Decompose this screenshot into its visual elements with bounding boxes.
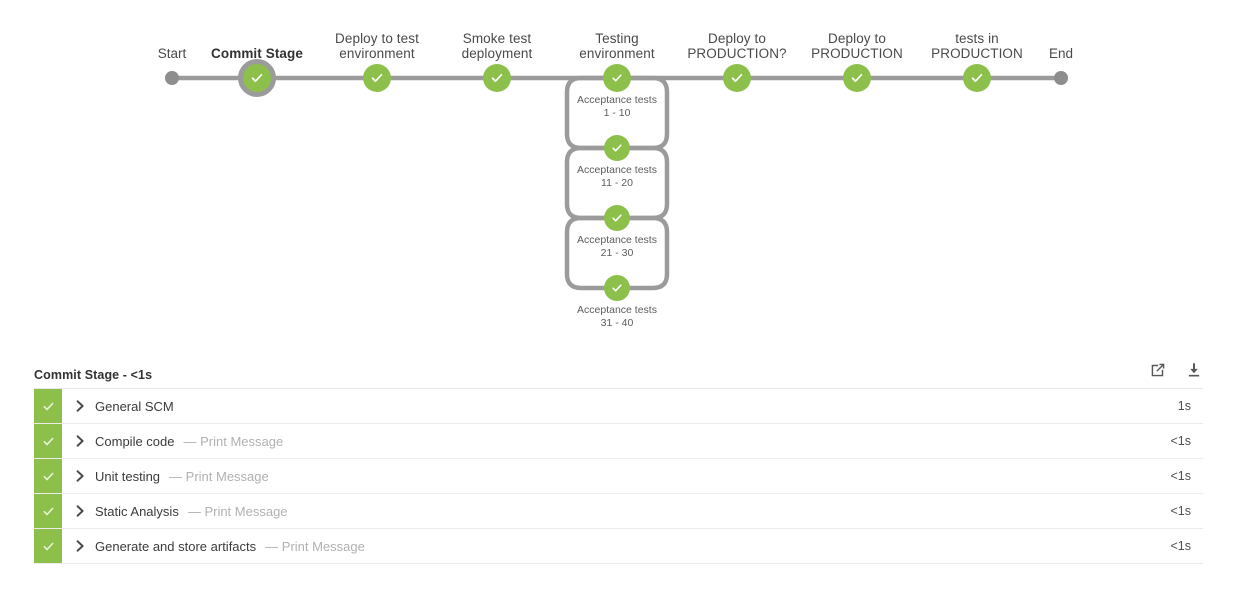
step-duration: <1s [1170,539,1191,553]
step-duration: <1s [1170,434,1191,448]
branch-node-1[interactable] [604,135,630,161]
stage-node-1[interactable] [363,64,391,92]
step-note: — Print Message [183,433,284,449]
check-icon [41,434,56,449]
check-icon [249,70,265,86]
table-row[interactable]: Compile code — Print Message <1s [34,424,1203,459]
step-note: — Print Message [265,538,365,554]
step-name: Unit testing [95,468,161,484]
steps-table: General SCM 1s Compile code — Print Message… [34,388,1203,564]
branch-label-2: Acceptance tests 21 - 30 [577,234,657,259]
status-badge [34,529,62,563]
branch-label-3: Acceptance tests 31 - 40 [577,304,657,329]
branch-node-3[interactable] [604,275,630,301]
step-main: Compile code — Print Message [62,424,1170,458]
pipeline-graph: Start End Commit Stage Deploy to test enviro… [0,0,1237,350]
check-icon [610,281,624,295]
step-name: Generate and store artifacts [95,538,257,554]
step-name: General SCM [95,398,174,414]
status-badge [34,494,62,528]
table-row[interactable]: Unit testing — Print Message <1s [34,459,1203,494]
check-icon [969,70,985,86]
step-main: Static Analysis — Print Message [62,494,1170,528]
stage-detail-panel: Commit Stage - <1s General SCM 1s Compile … [0,350,1237,564]
table-row[interactable]: Generate and store artifacts — Print Mess… [34,529,1203,564]
step-note: — Print Message [169,468,269,484]
step-duration: 1s [1177,399,1191,413]
table-row[interactable]: Static Analysis — Print Message <1s [34,494,1203,529]
chevron-right-icon[interactable] [76,540,85,552]
stage-node-6[interactable] [963,64,991,92]
step-main: Unit testing — Print Message [62,459,1170,493]
check-icon [729,70,745,86]
chevron-right-icon[interactable] [76,470,85,482]
check-icon [41,399,56,414]
page-title: Commit Stage - <1s [34,368,153,382]
check-icon [369,70,385,86]
stage-node-4[interactable] [723,64,751,92]
branch-node-0[interactable] [604,65,630,91]
status-badge [34,389,62,423]
step-note: — Print Message [187,503,288,519]
check-icon [610,211,624,225]
check-icon [41,469,56,484]
check-icon [41,504,56,519]
branch-node-2[interactable] [604,205,630,231]
status-badge [34,424,62,458]
step-duration: <1s [1170,504,1191,518]
open-in-new-icon[interactable] [1149,361,1167,379]
step-name: Static Analysis [95,503,179,519]
step-duration: <1s [1170,469,1191,483]
step-main: Generate and store artifacts — Print Mess… [62,529,1170,563]
branch-label-0: Acceptance tests 1 - 10 [577,94,657,119]
check-icon [489,70,505,86]
stage-node-0[interactable] [238,59,276,97]
table-row[interactable]: General SCM 1s [34,389,1203,424]
chevron-right-icon[interactable] [76,400,85,412]
stage-node-5[interactable] [843,64,871,92]
stage-detail-header: Commit Stage - <1s [34,350,1203,388]
check-icon [610,141,624,155]
status-badge [34,459,62,493]
pipeline-run-page: Start End Commit Stage Deploy to test enviro… [0,0,1237,604]
download-icon[interactable] [1185,361,1203,379]
stage-detail-actions [1149,361,1203,379]
chevron-right-icon[interactable] [76,505,85,517]
step-name: Compile code [95,433,175,449]
chevron-right-icon[interactable] [76,435,85,447]
stage-node-2[interactable] [483,64,511,92]
stage-label-6: tests in PRODUCTION [931,31,1023,61]
step-main: General SCM [62,389,1178,423]
check-icon [610,71,624,85]
check-icon [849,70,865,86]
branch-label-1: Acceptance tests 11 - 20 [577,164,657,189]
check-icon [41,539,56,554]
